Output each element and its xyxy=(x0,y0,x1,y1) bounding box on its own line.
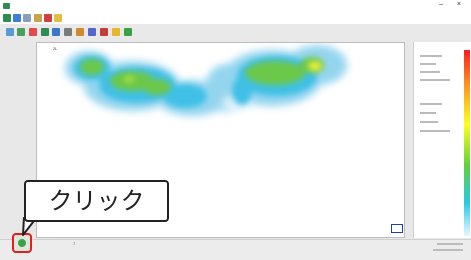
home-icon[interactable] xyxy=(3,14,11,22)
selection-rectangle[interactable] xyxy=(391,224,403,233)
title-bar: – × xyxy=(0,0,471,12)
instruction-callout: クリック xyxy=(24,180,169,222)
color-icon[interactable] xyxy=(29,28,37,36)
record-icon[interactable] xyxy=(41,28,49,36)
export-icon[interactable] xyxy=(76,28,84,36)
status-marker: 7 xyxy=(73,241,76,246)
sidebar-values-1 xyxy=(420,52,458,88)
leaf-icon xyxy=(18,239,26,247)
settings-icon[interactable] xyxy=(54,14,62,22)
status-info-1 xyxy=(437,243,463,245)
save-icon[interactable] xyxy=(13,14,21,22)
help-icon[interactable] xyxy=(112,28,120,36)
chart-icon[interactable] xyxy=(44,14,52,22)
window-controls[interactable]: – × xyxy=(439,1,467,8)
analysis-sidebar xyxy=(413,42,471,238)
sidebar-values-2 xyxy=(420,100,458,150)
status-info-2 xyxy=(433,249,463,251)
select-icon[interactable] xyxy=(6,28,14,36)
grid-icon[interactable] xyxy=(23,14,31,22)
leaf-icon[interactable] xyxy=(124,28,132,36)
pen-icon[interactable] xyxy=(34,14,42,22)
report-icon[interactable] xyxy=(100,28,108,36)
print-icon[interactable] xyxy=(64,28,72,36)
layers-icon[interactable] xyxy=(52,28,60,36)
compare-icon[interactable] xyxy=(88,28,96,36)
main-toolbar xyxy=(0,12,471,24)
zoom-icon[interactable] xyxy=(17,28,25,36)
secondary-toolbar xyxy=(0,24,471,41)
callout-text: クリック xyxy=(48,187,145,215)
app-icon xyxy=(3,3,10,9)
status-bar xyxy=(0,239,471,260)
color-scale-bar xyxy=(464,50,470,236)
